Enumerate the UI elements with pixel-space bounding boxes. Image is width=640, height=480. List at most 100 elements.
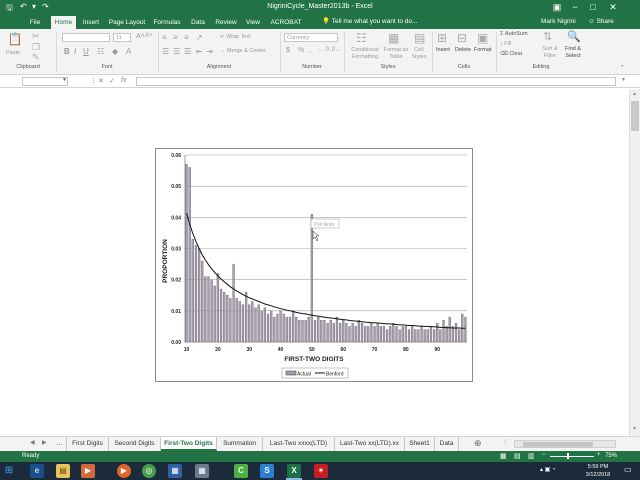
- insert-function-icon[interactable]: fx: [121, 77, 126, 84]
- delete-cells-label[interactable]: Delete: [455, 47, 471, 53]
- comma-style-button[interactable]: ,: [309, 47, 311, 54]
- increase-indent-icon[interactable]: ⇥: [206, 47, 213, 56]
- sheet-tab-first-digits[interactable]: First Digits: [67, 437, 109, 451]
- sheet-tab-sheet1[interactable]: Sheet1: [405, 437, 435, 451]
- shrink-font-icon[interactable]: A˅: [145, 33, 153, 39]
- scroll-up-icon[interactable]: ▲: [632, 91, 637, 97]
- zoom-slider-thumb[interactable]: [567, 453, 569, 459]
- sheet-tab-last-two-ltd-xx[interactable]: Last-Two xx(LTD).xx: [335, 437, 405, 451]
- accounting-format-button[interactable]: $: [286, 47, 290, 54]
- find-select-label[interactable]: Find & Select: [561, 46, 585, 60]
- sheet-tab-second-digits[interactable]: Second Digits: [109, 437, 161, 451]
- format-as-table-icon[interactable]: ▦: [388, 31, 399, 45]
- enter-icon[interactable]: ✓: [109, 77, 115, 85]
- conditional-formatting-icon[interactable]: ☷: [356, 31, 367, 45]
- clear-button[interactable]: ⌫ Clear: [500, 51, 522, 57]
- format-as-table-label[interactable]: Format as Table: [381, 47, 411, 61]
- file-explorer-icon[interactable]: ▤: [56, 464, 70, 478]
- acrobat-icon[interactable]: ✶: [314, 464, 328, 478]
- font-size-box[interactable]: 11: [113, 33, 131, 42]
- sort-filter-label[interactable]: Sort & Filter: [538, 46, 562, 60]
- camtasia-icon[interactable]: C: [234, 464, 248, 478]
- paste-icon[interactable]: 📋: [5, 32, 25, 50]
- chrome-icon[interactable]: ◎: [142, 464, 156, 478]
- cell-styles-label[interactable]: Cell Styles: [408, 47, 430, 61]
- tab-split-icon[interactable]: ⋮: [502, 439, 508, 446]
- excel-icon[interactable]: X: [287, 464, 301, 478]
- name-box-dropdown-icon[interactable]: ▼: [62, 77, 67, 83]
- tell-me-box[interactable]: 💡 Tell me what you want to do...: [322, 15, 417, 29]
- borders-icon[interactable]: ☷: [97, 47, 104, 56]
- tab-acrobat[interactable]: ACROBAT: [268, 16, 304, 29]
- align-right-icon[interactable]: ☰: [184, 47, 191, 56]
- tab-data[interactable]: Data: [188, 16, 208, 29]
- italic-icon[interactable]: I: [74, 47, 76, 56]
- new-sheet-icon[interactable]: ⊕: [474, 438, 482, 449]
- number-format-box[interactable]: Currency: [284, 33, 338, 42]
- align-top-icon[interactable]: ≡: [162, 33, 167, 42]
- next-sheet-icon[interactable]: ▶: [42, 439, 47, 446]
- sheet-tab-last-two-ltd[interactable]: Last-Two xxxx(LTD): [263, 437, 335, 451]
- clock[interactable]: 5:59 PM 3/12/2018: [576, 463, 620, 479]
- normal-view-icon[interactable]: ▦: [500, 452, 507, 460]
- zoom-out-icon[interactable]: −: [542, 452, 546, 458]
- tab-review[interactable]: Review: [213, 16, 239, 29]
- fill-color-icon[interactable]: ◆: [112, 47, 118, 56]
- zoom-level[interactable]: 75%: [605, 453, 617, 459]
- format-cells-label[interactable]: Format: [474, 47, 491, 53]
- sort-filter-icon[interactable]: ⇅: [543, 30, 552, 43]
- orientation-icon[interactable]: ↗: [196, 33, 203, 42]
- decrease-decimal-icon[interactable]: .0→: [330, 47, 341, 53]
- user-name[interactable]: Mark Nigrini: [541, 15, 576, 29]
- scroll-down-icon[interactable]: ▼: [632, 426, 637, 432]
- font-color-icon[interactable]: A: [126, 47, 131, 56]
- increase-decimal-icon[interactable]: ←.0: [318, 47, 329, 53]
- ribbon-options-icon[interactable]: ▣: [548, 1, 566, 14]
- app-icon[interactable]: ▦: [168, 464, 182, 478]
- maximize-icon[interactable]: □: [584, 1, 602, 14]
- page-layout-view-icon[interactable]: ▤: [514, 452, 521, 460]
- page-break-view-icon[interactable]: ▥: [528, 452, 535, 460]
- insert-cells-icon[interactable]: ⊞: [437, 31, 447, 45]
- format-painter-icon[interactable]: ✎: [32, 52, 40, 63]
- zoom-slider[interactable]: [550, 456, 594, 457]
- collapse-ribbon-icon[interactable]: ⌃: [620, 65, 625, 71]
- minimize-icon[interactable]: −: [566, 1, 584, 14]
- tab-view[interactable]: View: [244, 16, 262, 29]
- grow-font-icon[interactable]: A˄: [136, 33, 145, 40]
- cut-icon[interactable]: ✂: [32, 31, 40, 42]
- align-bottom-icon[interactable]: ≡: [184, 33, 189, 42]
- align-center-icon[interactable]: ☰: [173, 47, 180, 56]
- horizontal-scrollbar[interactable]: [514, 440, 616, 448]
- scroll-thumb[interactable]: [631, 101, 639, 131]
- percent-style-button[interactable]: %: [298, 47, 304, 54]
- paste-label[interactable]: Paste: [6, 50, 20, 56]
- tab-home[interactable]: Home: [51, 16, 76, 29]
- autosum-button[interactable]: Σ AutoSum: [500, 31, 528, 37]
- tab-file[interactable]: File: [24, 16, 46, 29]
- decrease-indent-icon[interactable]: ⇤: [196, 47, 203, 56]
- formula-input[interactable]: [136, 77, 616, 86]
- merge-center-button[interactable]: ↔ Merge & Center: [220, 48, 266, 54]
- insert-cells-label[interactable]: Insert: [436, 47, 450, 53]
- tab-formulas[interactable]: Formulas: [152, 16, 182, 29]
- calculator-icon[interactable]: ▦: [195, 464, 209, 478]
- underline-icon[interactable]: U: [83, 47, 89, 56]
- cancel-icon[interactable]: ✕: [98, 77, 104, 85]
- close-icon[interactable]: ✕: [604, 1, 622, 14]
- chart[interactable]: 0.00 0.01 0.02 0.03 0.04 0.05 0.06 10 20 30 40 50 6…: [155, 148, 473, 382]
- notifications-icon[interactable]: ▭: [624, 465, 632, 474]
- expand-formula-bar-icon[interactable]: ▼: [621, 77, 626, 83]
- find-select-icon[interactable]: 🔍: [567, 30, 581, 43]
- cell-styles-icon[interactable]: ▤: [414, 31, 425, 45]
- horizontal-scroll-thumb[interactable]: [523, 442, 593, 447]
- media-icon[interactable]: ▶: [117, 464, 131, 478]
- media-player-icon[interactable]: ▶: [81, 464, 95, 478]
- prev-sheet-icon[interactable]: ◀: [30, 439, 35, 446]
- skype-icon[interactable]: S: [260, 464, 274, 478]
- sheet-tab-first-two-digits[interactable]: First-Two Digits: [161, 437, 217, 451]
- fill-button[interactable]: ↓ Fill: [500, 41, 511, 47]
- sheet-tab-data[interactable]: Data: [435, 437, 459, 451]
- zoom-in-icon[interactable]: +: [597, 452, 601, 458]
- wrap-text-button[interactable]: ↵ Wrap Text: [220, 34, 251, 40]
